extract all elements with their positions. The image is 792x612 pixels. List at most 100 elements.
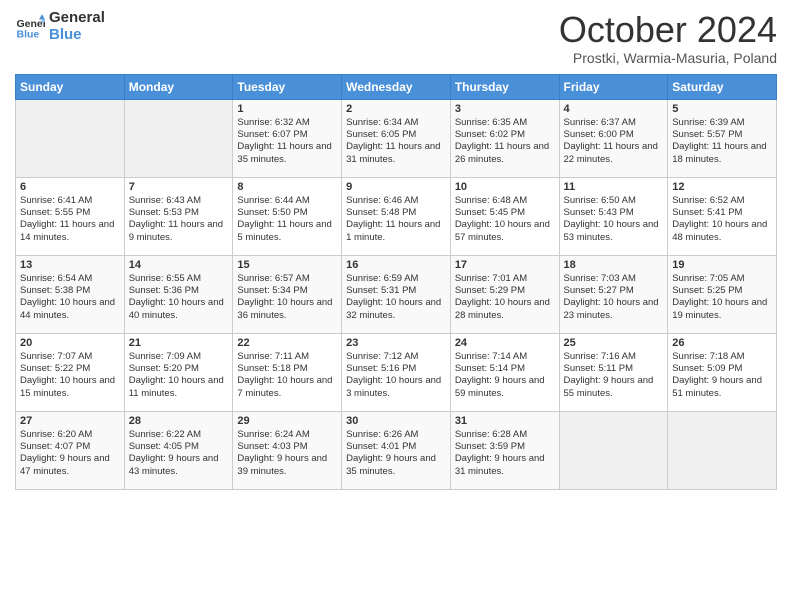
day-number: 18 [564, 259, 664, 271]
day-info: Daylight: 9 hours and 47 minutes. [20, 453, 120, 478]
day-info: Daylight: 10 hours and 11 minutes. [129, 375, 229, 400]
day-info: Sunset: 3:59 PM [455, 441, 555, 453]
day-number: 27 [20, 415, 120, 427]
day-info: Daylight: 11 hours and 9 minutes. [129, 219, 229, 244]
day-info: Sunset: 5:45 PM [455, 207, 555, 219]
day-info: Sunset: 6:07 PM [237, 129, 337, 141]
day-info: Sunrise: 6:37 AM [564, 117, 664, 129]
day-info: Daylight: 10 hours and 7 minutes. [237, 375, 337, 400]
day-info: Sunrise: 6:48 AM [455, 195, 555, 207]
week-row-4: 20 Sunrise: 7:07 AMSunset: 5:22 PM Dayligh… [16, 333, 777, 411]
day-number: 15 [237, 259, 337, 271]
day-info: Daylight: 10 hours and 32 minutes. [346, 297, 446, 322]
day-info: Sunrise: 6:20 AM [20, 429, 120, 441]
calendar-cell: 12Sunrise: 6:52 AMSunset: 5:41 PMDayligh… [668, 177, 777, 255]
day-number: 7 [129, 181, 229, 193]
day-info: Sunset: 5:41 PM [672, 207, 772, 219]
day-info: Sunset: 5:57 PM [672, 129, 772, 141]
calendar-cell: 10 Sunrise: 6:48 AMSunset: 5:45 PMDayligh… [450, 177, 559, 255]
weekday-header-monday: Monday [124, 74, 233, 99]
day-info: Sunrise: 7:12 AM [346, 351, 446, 363]
day-info: Sunset: 5:29 PM [455, 285, 555, 297]
day-info: Sunset: 5:18 PM [237, 363, 337, 375]
day-number: 24 [455, 337, 555, 349]
day-info: Sunrise: 7:07 AM [20, 351, 120, 363]
day-info: Sunrise: 6:44 AM [237, 195, 337, 207]
day-info: Sunrise: 7:11 AM [237, 351, 337, 363]
day-info: Daylight: 9 hours and 43 minutes. [129, 453, 229, 478]
month-title: October 2024 [559, 10, 777, 50]
calendar-cell: 5Sunrise: 6:39 AMSunset: 5:57 PMDaylight… [668, 99, 777, 177]
day-info: Sunset: 5:16 PM [346, 363, 446, 375]
day-number: 14 [129, 259, 229, 271]
calendar-cell: 7Sunrise: 6:43 AMSunset: 5:53 PMDaylight… [124, 177, 233, 255]
day-number: 20 [20, 337, 120, 349]
day-info: Sunset: 5:11 PM [564, 363, 664, 375]
logo: General Blue General Blue [15, 10, 105, 43]
day-info: Sunset: 5:20 PM [129, 363, 229, 375]
week-row-2: 6Sunrise: 6:41 AMSunset: 5:55 PMDaylight… [16, 177, 777, 255]
day-info: Sunset: 5:27 PM [564, 285, 664, 297]
week-row-3: 13Sunrise: 6:54 AMSunset: 5:38 PMDayligh… [16, 255, 777, 333]
calendar-cell: 25Sunrise: 7:16 AMSunset: 5:11 PMDayligh… [559, 333, 668, 411]
day-info: Sunrise: 6:35 AM [455, 117, 555, 129]
day-info: Sunrise: 6:57 AM [237, 273, 337, 285]
day-number: 19 [672, 259, 772, 271]
day-info: Daylight: 11 hours and 22 minutes. [564, 141, 664, 166]
calendar-cell: 6Sunrise: 6:41 AMSunset: 5:55 PMDaylight… [16, 177, 125, 255]
calendar-cell: 31Sunrise: 6:28 AMSunset: 3:59 PMDayligh… [450, 411, 559, 489]
calendar-cell: 9Sunrise: 6:46 AMSunset: 5:48 PMDaylight… [342, 177, 451, 255]
week-row-5: 27Sunrise: 6:20 AMSunset: 4:07 PMDayligh… [16, 411, 777, 489]
calendar-cell: 15Sunrise: 6:57 AMSunset: 5:34 PMDayligh… [233, 255, 342, 333]
day-info: Daylight: 9 hours and 59 minutes. [455, 375, 555, 400]
day-info: Sunrise: 7:09 AM [129, 351, 229, 363]
day-info: Sunset: 5:14 PM [455, 363, 555, 375]
day-info: Sunrise: 6:24 AM [237, 429, 337, 441]
header-row: SundayMondayTuesdayWednesdayThursdayFrid… [16, 74, 777, 99]
weekday-header-saturday: Saturday [668, 74, 777, 99]
day-info: Sunset: 4:03 PM [237, 441, 337, 453]
day-number: 23 [346, 337, 446, 349]
calendar-cell: 4Sunrise: 6:37 AMSunset: 6:00 PMDaylight… [559, 99, 668, 177]
day-info: Daylight: 11 hours and 14 minutes. [20, 219, 120, 244]
day-info: Sunrise: 6:34 AM [346, 117, 446, 129]
day-info: Sunrise: 6:54 AM [20, 273, 120, 285]
calendar-cell: 3Sunrise: 6:35 AMSunset: 6:02 PMDaylight… [450, 99, 559, 177]
day-number: 10 [455, 181, 555, 193]
day-info: Sunset: 5:53 PM [129, 207, 229, 219]
day-info: Daylight: 11 hours and 26 minutes. [455, 141, 555, 166]
day-info: Daylight: 10 hours and 19 minutes. [672, 297, 772, 322]
logo-general: General [49, 10, 105, 27]
calendar-cell: 22Sunrise: 7:11 AMSunset: 5:18 PMDayligh… [233, 333, 342, 411]
calendar-cell: 13Sunrise: 6:54 AMSunset: 5:38 PMDayligh… [16, 255, 125, 333]
calendar-cell: 2Sunrise: 6:34 AMSunset: 6:05 PMDaylight… [342, 99, 451, 177]
day-info: Sunset: 6:05 PM [346, 129, 446, 141]
day-number: 5 [672, 103, 772, 115]
day-info: Sunset: 5:43 PM [564, 207, 664, 219]
calendar-table: SundayMondayTuesdayWednesdayThursdayFrid… [15, 74, 777, 490]
calendar-cell [16, 99, 125, 177]
calendar-cell: 23Sunrise: 7:12 AMSunset: 5:16 PMDayligh… [342, 333, 451, 411]
day-info: Daylight: 9 hours and 31 minutes. [455, 453, 555, 478]
calendar-cell: 8Sunrise: 6:44 AMSunset: 5:50 PMDaylight… [233, 177, 342, 255]
day-info: Sunrise: 7:18 AM [672, 351, 772, 363]
day-number: 30 [346, 415, 446, 427]
day-number: 16 [346, 259, 446, 271]
day-info: Sunrise: 6:41 AM [20, 195, 120, 207]
day-info: Sunset: 5:48 PM [346, 207, 446, 219]
day-info: Daylight: 10 hours and 48 minutes. [672, 219, 772, 244]
day-info: Sunset: 5:22 PM [20, 363, 120, 375]
day-info: Daylight: 9 hours and 35 minutes. [346, 453, 446, 478]
day-number: 13 [20, 259, 120, 271]
calendar-cell: 19Sunrise: 7:05 AMSunset: 5:25 PMDayligh… [668, 255, 777, 333]
day-info: Daylight: 10 hours and 57 minutes. [455, 219, 555, 244]
weekday-header-sunday: Sunday [16, 74, 125, 99]
calendar-cell: 18Sunrise: 7:03 AMSunset: 5:27 PMDayligh… [559, 255, 668, 333]
day-info: Sunset: 4:01 PM [346, 441, 446, 453]
day-info: Sunrise: 6:46 AM [346, 195, 446, 207]
day-info: Daylight: 11 hours and 31 minutes. [346, 141, 446, 166]
day-number: 8 [237, 181, 337, 193]
page: General Blue General Blue October 2024 P… [0, 0, 792, 500]
weekday-header-friday: Friday [559, 74, 668, 99]
day-info: Daylight: 10 hours and 44 minutes. [20, 297, 120, 322]
